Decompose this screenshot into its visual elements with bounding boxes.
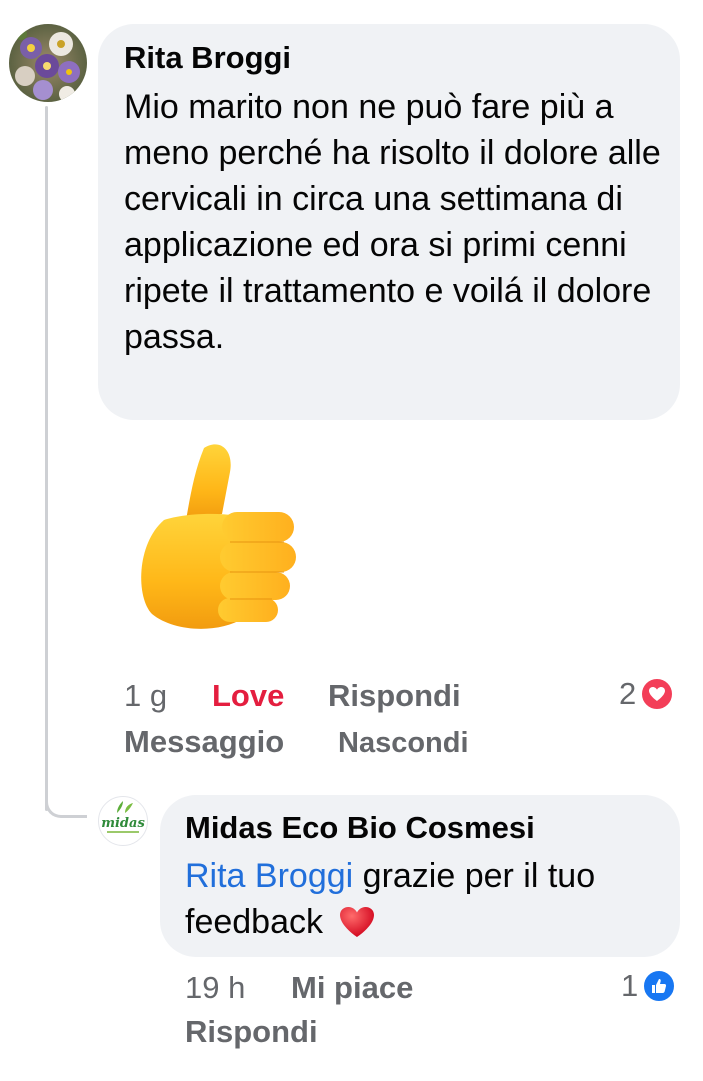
midas-logo-icon: midas [101,801,145,833]
comment-thread: Rita Broggi Mio marito non ne può fare p… [0,0,703,1081]
svg-text:midas: midas [101,816,145,831]
reply-author-name[interactable]: Midas Eco Bio Cosmesi [185,810,535,846]
avatar[interactable] [9,24,87,102]
mention-link[interactable]: Rita Broggi [185,857,353,895]
thumbs-up-sticker-icon [134,436,304,636]
like-thumb-icon [642,969,677,1003]
reply-reply-button[interactable]: Rispondi [185,1014,318,1050]
red-heart-icon [338,905,376,951]
reply-reaction-count: 1 [621,968,639,1003]
thread-connector-curve [45,790,87,818]
message-button[interactable]: Messaggio [124,724,284,760]
flowers-avatar-image [9,24,87,102]
hide-button[interactable]: Nascondi [338,727,469,760]
like-button[interactable]: Mi piace [291,970,413,1006]
comment-text: Mio marito non ne può fare più a meno pe… [124,88,661,356]
thread-connector-line [45,106,48,811]
reply-button[interactable]: Rispondi [328,678,461,714]
reply-text: Rita Broggi grazie per il tuo feedback [185,853,665,951]
comment-timestamp[interactable]: 1 g [124,678,167,714]
love-heart-icon [640,677,675,711]
reaction-summary[interactable]: 2 [619,676,675,712]
reaction-count: 2 [619,676,637,711]
reply-reaction-summary[interactable]: 1 [621,968,677,1004]
comment-author-name[interactable]: Rita Broggi [124,40,291,76]
page-avatar[interactable]: midas [98,796,148,846]
love-reaction-button[interactable]: Love [212,678,284,714]
reply-timestamp[interactable]: 19 h [185,970,245,1006]
